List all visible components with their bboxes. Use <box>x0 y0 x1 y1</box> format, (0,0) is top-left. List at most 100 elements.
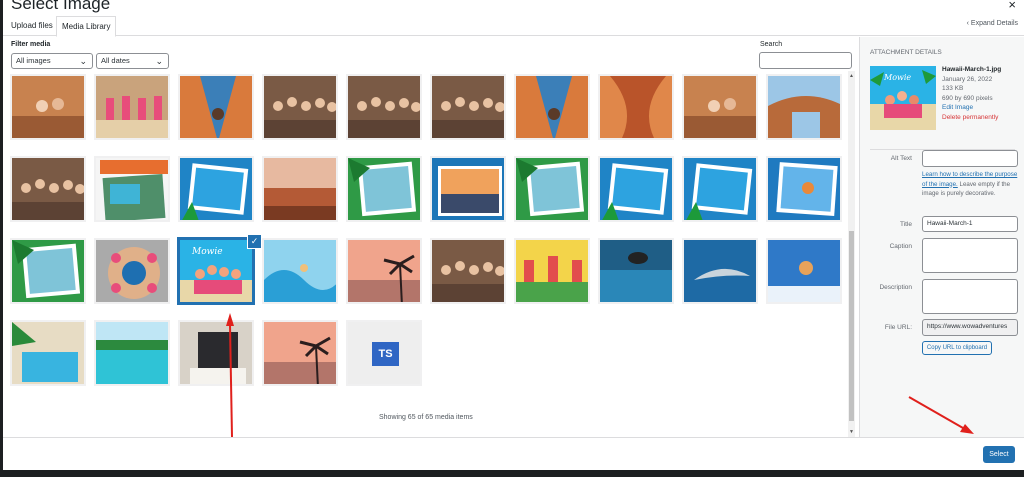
media-thumbnail[interactable] <box>598 74 674 140</box>
thumbnail-image <box>180 322 252 384</box>
media-thumbnail[interactable] <box>94 238 170 304</box>
media-modal: Select Image × Upload files Media Librar… <box>3 0 1024 470</box>
media-thumbnail[interactable] <box>766 156 842 222</box>
copy-url-button[interactable]: Copy URL to clipboard <box>922 341 992 355</box>
media-thumbnail[interactable] <box>514 156 590 222</box>
scroll-down-icon[interactable]: ▼ <box>849 429 854 435</box>
svg-text:Mowie: Mowie <box>191 247 223 257</box>
description-label: Description <box>879 284 912 291</box>
caption-label: Caption <box>889 243 912 250</box>
thumbnail-image <box>264 76 336 138</box>
thumbnail-image <box>12 76 84 138</box>
media-thumbnail[interactable]: TS <box>346 320 422 386</box>
caption-field[interactable] <box>922 238 1018 273</box>
grid-scrollbar[interactable]: ▲ ▼ <box>848 71 855 437</box>
media-thumbnail[interactable] <box>346 74 422 140</box>
modal-toolbar: Select <box>3 437 1024 470</box>
media-type-select[interactable]: All images ⌄ <box>11 53 93 69</box>
media-grid: Mowie ✓ TS <box>3 70 849 437</box>
thumbnail-image <box>432 240 504 302</box>
thumbnail-image <box>348 240 420 302</box>
scrollbar-thumb[interactable] <box>849 231 854 421</box>
modal-title: Select Image <box>11 0 111 13</box>
attachment-details-heading: Attachment Details <box>870 49 942 56</box>
chevron-down-icon: ⌄ <box>79 56 87 66</box>
thumbnail-image <box>768 240 840 302</box>
tab-media-library[interactable]: Media Library <box>56 16 117 37</box>
media-thumbnail[interactable] <box>262 320 338 386</box>
media-thumbnail[interactable] <box>514 238 590 304</box>
thumbnail-image <box>600 240 672 302</box>
media-thumbnail[interactable] <box>262 74 338 140</box>
media-thumbnail[interactable] <box>94 74 170 140</box>
thumbnail-image <box>516 158 588 220</box>
media-thumbnail[interactable] <box>10 238 86 304</box>
media-thumbnail[interactable] <box>262 156 338 222</box>
thumbnail-image <box>684 158 756 220</box>
media-thumbnail[interactable] <box>766 74 842 140</box>
media-thumbnail[interactable] <box>94 320 170 386</box>
attachment-date: January 26, 2022 <box>942 75 993 83</box>
media-thumbnail[interactable] <box>766 238 842 304</box>
media-thumbnail[interactable] <box>346 238 422 304</box>
media-thumbnail[interactable] <box>430 74 506 140</box>
media-thumbnail[interactable] <box>682 74 758 140</box>
expand-details-link[interactable]: ‹ Expand Details <box>967 20 1018 27</box>
media-thumbnail[interactable] <box>598 238 674 304</box>
alt-text-field[interactable] <box>922 150 1018 167</box>
attachment-details-sidebar: Attachment Details Mowie Hawaii-March-1.… <box>859 37 1024 437</box>
media-thumbnail[interactable] <box>430 156 506 222</box>
media-thumbnail[interactable] <box>178 74 254 140</box>
filter-media-label: Filter media <box>11 41 51 48</box>
media-thumbnail[interactable] <box>682 238 758 304</box>
thumbnail-image <box>516 240 588 302</box>
media-thumbnail[interactable] <box>682 156 758 222</box>
media-thumbnail[interactable] <box>598 156 674 222</box>
media-thumbnail[interactable] <box>94 156 170 222</box>
media-thumbnail[interactable] <box>430 238 506 304</box>
thumbnail-image <box>180 158 252 220</box>
select-button[interactable]: Select <box>983 446 1015 463</box>
media-thumbnail[interactable] <box>178 156 254 222</box>
thumbnail-image <box>600 158 672 220</box>
chevron-down-icon: ⌄ <box>155 56 163 66</box>
thumbnail-image <box>264 240 336 302</box>
thumbnail-image <box>96 322 168 384</box>
ts-file-icon: TS <box>372 342 399 366</box>
edit-image-link[interactable]: Edit Image <box>942 103 1001 113</box>
media-thumbnail[interactable] <box>10 156 86 222</box>
media-thumbnail[interactable]: Mowie <box>178 238 254 304</box>
scroll-up-icon[interactable]: ▲ <box>849 73 854 79</box>
thumbnail-image <box>96 158 168 220</box>
thumbnail-image <box>348 158 420 220</box>
title-field[interactable]: Hawaii-March-1 <box>922 216 1018 232</box>
thumbnail-image <box>264 322 336 384</box>
svg-text:Mowie: Mowie <box>883 73 911 82</box>
thumbnail-image <box>768 76 840 138</box>
media-thumbnail[interactable] <box>262 238 338 304</box>
selected-check-icon[interactable]: ✓ <box>247 234 262 249</box>
media-thumbnail[interactable] <box>514 74 590 140</box>
date-select[interactable]: All dates ⌄ <box>96 53 169 69</box>
attachment-size: 133 KB <box>942 85 964 92</box>
thumbnail-image <box>768 158 840 220</box>
tab-upload-files[interactable]: Upload files <box>6 16 58 37</box>
thumbnail-image <box>684 76 756 138</box>
thumbnail-image <box>12 322 84 384</box>
description-field[interactable] <box>922 279 1018 314</box>
thumbnail-image <box>684 240 756 302</box>
media-thumbnail[interactable] <box>346 156 422 222</box>
thumbnail-image <box>96 240 168 302</box>
attachment-thumbnail: Mowie <box>870 66 936 130</box>
delete-permanently-link[interactable]: Delete permanently <box>942 113 1001 123</box>
alt-text-label: Alt Text <box>890 155 912 162</box>
attachment-filename: Hawaii-March-1.jpg <box>942 66 1002 73</box>
search-input[interactable] <box>759 52 852 69</box>
thumbnail-image <box>264 158 336 220</box>
media-thumbnail[interactable] <box>178 320 254 386</box>
title-label: Title <box>899 221 912 228</box>
file-url-field[interactable]: https://www.wowadventures <box>922 319 1018 336</box>
media-thumbnail[interactable] <box>10 74 86 140</box>
close-icon[interactable]: × <box>1008 0 1016 12</box>
media-thumbnail[interactable] <box>10 320 86 386</box>
